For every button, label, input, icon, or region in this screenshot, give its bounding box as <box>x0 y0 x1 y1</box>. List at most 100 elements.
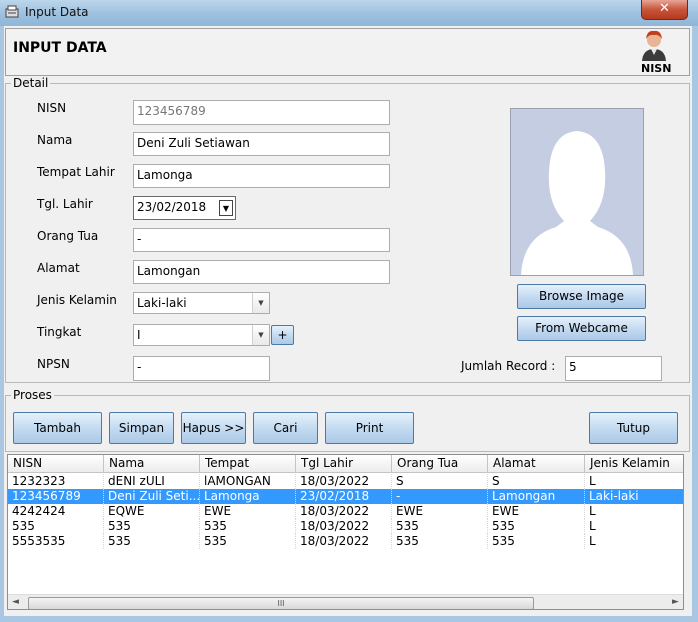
table-cell: EWE <box>488 504 585 519</box>
chevron-down-icon[interactable]: ▼ <box>252 293 269 313</box>
nisn-badge-label: NISN <box>641 62 672 75</box>
column-header[interactable]: Tgl Lahir <box>296 455 392 472</box>
orang-tua-label: Orang Tua <box>37 229 99 243</box>
scroll-left-icon[interactable]: ◄ <box>12 597 19 607</box>
nisn-field[interactable]: 123456789 <box>133 100 390 125</box>
table-row[interactable]: 1232323 dENI zULI lAMONGAN 18/03/2022 S S L <box>8 474 683 489</box>
jumlah-record-field[interactable]: 5 <box>565 356 662 381</box>
table-cell: 535 <box>488 519 585 534</box>
photo-placeholder <box>510 108 644 276</box>
table-row[interactable]: 123456789 Deni Zuli Seti... Lamonga 23/02/2… <box>8 489 683 504</box>
header-panel <box>5 28 690 76</box>
table-cell: Laki-laki <box>585 489 683 504</box>
column-header[interactable]: Jenis Kelamin <box>585 455 683 472</box>
table-cell: 4242424 <box>8 504 104 519</box>
table-cell: 1232323 <box>8 474 104 489</box>
jenis-kelamin-select[interactable]: Laki-laki ▼ <box>133 292 270 314</box>
table-cell: EWE <box>392 504 488 519</box>
data-table[interactable]: NISN Nama Tempat Tgl Lahir Orang Tua Alamat Je… <box>7 454 684 610</box>
column-header[interactable]: NISN <box>8 455 104 472</box>
simpan-button[interactable]: Simpan <box>109 412 174 444</box>
tambah-button[interactable]: Tambah <box>13 412 102 444</box>
tutup-button[interactable]: Tutup <box>589 412 678 444</box>
column-header[interactable]: Tempat <box>200 455 296 472</box>
table-cell: Deni Zuli Seti... <box>104 489 200 504</box>
tempat-lahir-field[interactable]: Lamonga <box>133 164 390 188</box>
table-cell: EQWE <box>104 504 200 519</box>
table-cell: 535 <box>392 519 488 534</box>
table-cell: 18/03/2022 <box>296 519 392 534</box>
column-header[interactable]: Orang Tua <box>392 455 488 472</box>
window-title: Input Data <box>25 5 89 19</box>
alamat-field[interactable]: Lamongan <box>133 260 390 284</box>
print-button[interactable]: Print <box>325 412 414 444</box>
column-header[interactable]: Nama <box>104 455 200 472</box>
title-bar[interactable] <box>0 0 698 26</box>
table-cell: 23/02/2018 <box>296 489 392 504</box>
scroll-thumb[interactable]: III <box>28 597 534 609</box>
tgl-lahir-datepicker[interactable]: 23/02/2018 ▼ <box>133 196 236 220</box>
orang-tua-field[interactable]: - <box>133 228 390 252</box>
table-cell: 5553535 <box>8 534 104 549</box>
alamat-label: Alamat <box>37 261 80 275</box>
table-cell: Lamonga <box>200 489 296 504</box>
scroll-right-icon[interactable]: ► <box>672 597 679 607</box>
table-cell: 535 <box>104 519 200 534</box>
tingkat-label: Tingkat <box>37 325 82 339</box>
proses-legend: Proses <box>11 388 54 402</box>
table-row[interactable]: 5553535 535 535 18/03/2022 535 535 L <box>8 534 683 549</box>
table-cell: S <box>392 474 488 489</box>
jumlah-record-label: Jumlah Record : <box>461 359 556 373</box>
table-cell: 18/03/2022 <box>296 474 392 489</box>
jenis-kelamin-value: Laki-laki <box>137 296 187 310</box>
silhouette-icon <box>521 131 633 275</box>
chevron-down-icon[interactable]: ▼ <box>252 325 269 345</box>
cari-button[interactable]: Cari <box>253 412 318 444</box>
column-header[interactable]: Alamat <box>488 455 585 472</box>
tgl-lahir-value: 23/02/2018 <box>137 200 207 214</box>
browse-image-button[interactable]: Browse Image <box>517 284 646 309</box>
window-frame-bottom <box>0 616 698 622</box>
table-cell: 123456789 <box>8 489 104 504</box>
table-cell: 18/03/2022 <box>296 534 392 549</box>
calendar-dropdown-icon[interactable]: ▼ <box>219 200 233 216</box>
table-cell: L <box>585 474 683 489</box>
table-cell: L <box>585 534 683 549</box>
table-cell: 18/03/2022 <box>296 504 392 519</box>
app-icon <box>5 5 20 19</box>
table-header: NISN Nama Tempat Tgl Lahir Orang Tua Alamat Je… <box>8 455 683 473</box>
close-button[interactable]: ✕ <box>641 0 688 20</box>
table-cell: EWE <box>200 504 296 519</box>
nama-label: Nama <box>37 133 73 147</box>
table-cell: 535 <box>200 534 296 549</box>
from-webcam-button[interactable]: From Webcame <box>517 316 646 341</box>
table-cell: 535 <box>392 534 488 549</box>
table-cell: 535 <box>8 519 104 534</box>
table-cell: L <box>585 504 683 519</box>
jenis-kelamin-label: Jenis Kelamin <box>37 293 117 307</box>
table-cell: 535 <box>200 519 296 534</box>
table-cell: lAMONGAN <box>200 474 296 489</box>
hapus-button[interactable]: Hapus >> <box>181 412 246 444</box>
tingkat-value: I <box>137 328 141 342</box>
add-tingkat-button[interactable]: + <box>271 325 294 345</box>
nisn-label: NISN <box>37 101 67 115</box>
horizontal-scrollbar[interactable]: ◄ III ► <box>8 594 683 609</box>
npsn-label: NPSN <box>37 357 70 371</box>
window-frame-right <box>692 26 698 622</box>
table-cell: S <box>488 474 585 489</box>
person-icon <box>638 28 670 62</box>
table-cell: 535 <box>488 534 585 549</box>
tempat-lahir-label: Tempat Lahir <box>37 165 115 179</box>
tgl-lahir-label: Tgl. Lahir <box>37 197 93 211</box>
table-cell: dENI zULI <box>104 474 200 489</box>
table-row[interactable]: 535 535 535 18/03/2022 535 535 L <box>8 519 683 534</box>
page-title: INPUT DATA <box>13 40 107 56</box>
nama-field[interactable]: Deni Zuli Setiawan <box>133 132 390 156</box>
table-row[interactable]: 4242424 EQWE EWE 18/03/2022 EWE EWE L <box>8 504 683 519</box>
table-cell: 535 <box>104 534 200 549</box>
tingkat-select[interactable]: I ▼ <box>133 324 270 346</box>
npsn-field[interactable]: - <box>133 356 270 381</box>
table-cell: - <box>392 489 488 504</box>
table-cell: Lamongan <box>488 489 585 504</box>
